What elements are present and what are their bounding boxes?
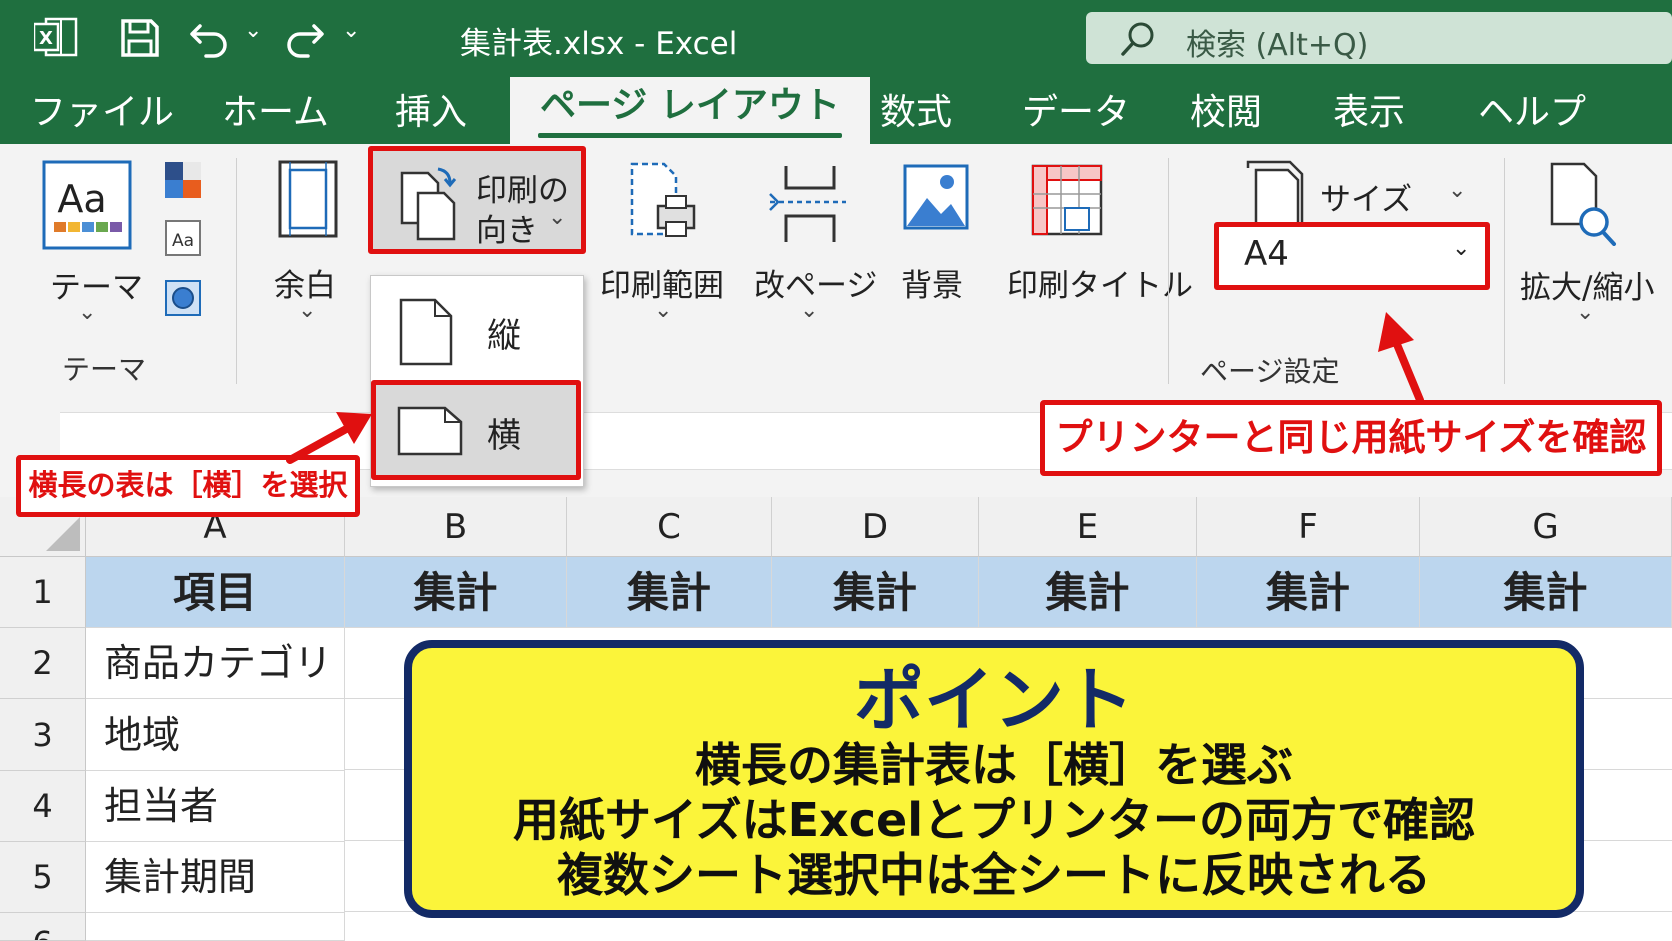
chevron-down-icon: ⌄ [800,298,819,323]
chevron-down-icon: ⌄ [298,298,317,323]
tab-view[interactable]: 表示 [1333,83,1405,135]
print-titles-label: 印刷タイトル [1007,268,1193,304]
themes-icon: Aa [42,160,132,250]
redo-icon[interactable] [282,16,326,60]
row-header-6[interactable]: 6 [0,913,86,941]
print-titles-icon [1031,164,1103,240]
tab-page-layout[interactable]: ページ レイアウト [510,77,870,144]
column-header-g[interactable]: G [1420,497,1672,557]
theme-effects-icon[interactable] [165,280,201,316]
portrait-label: 縦 [487,316,521,356]
breaks-button[interactable]: 改ページ ⌄ [750,160,877,323]
orientation-highlight [368,146,586,254]
paper-size-callout: プリンターと同じ用紙サイズを確認 [1040,400,1662,476]
excel-logo-icon: X [32,17,78,57]
tab-insert[interactable]: 挿入 [395,83,467,135]
ribbon-tabs: ファイル ホーム 挿入 ページ レイアウト 数式 データ 校閲 表示 ヘルプ [0,75,1672,144]
orientation-dropdown: 縦 横 [370,275,584,487]
window-title: 集計表.xlsx - Excel [460,26,738,62]
column-header-c[interactable]: C [567,497,772,557]
portrait-option[interactable]: 縦 [371,284,583,376]
background-label: 背景 [901,268,963,304]
page-setup-group-label: ページ設定 [1200,355,1340,388]
chevron-down-icon: ⌄ [654,298,673,323]
customize-icon[interactable]: ⌄ [342,18,360,43]
tab-review[interactable]: 校閲 [1190,83,1262,135]
tab-help[interactable]: ヘルプ [1478,83,1586,135]
background-image-icon [903,164,969,234]
landscape-highlight [371,380,581,480]
row-header-4[interactable]: 4 [0,771,86,842]
margins-icon [278,160,340,244]
search-icon [1118,20,1158,60]
column-header-e[interactable]: E [979,497,1197,557]
point-box: ポイント 横長の集計表は［横］を選ぶ 用紙サイズはExcelとプリンターの両方で… [404,640,1584,918]
margins-button[interactable]: 余白 ⌄ [270,160,350,323]
row-header-1[interactable]: 1 [0,557,86,628]
arrow-icon [286,408,376,468]
column-header-b[interactable]: B [345,497,567,557]
point-title: ポイント [854,659,1134,741]
cell-a3[interactable]: 地域 [86,699,345,771]
theme-colors-icon[interactable] [165,162,201,198]
cell-a1[interactable]: 項目 [86,557,345,628]
cell-b1[interactable]: 集計 [345,557,567,628]
group-separator [236,158,237,384]
chevron-down-icon: ⌄ [1576,300,1595,325]
cell-e1[interactable]: 集計 [979,557,1197,628]
print-area-icon [628,162,700,246]
tab-home[interactable]: ホーム [222,83,329,135]
point-line-1: 横長の集計表は［横］を選ぶ [695,738,1293,792]
column-header-d[interactable]: D [772,497,979,557]
arrow-icon [1370,312,1440,404]
cell-d1[interactable]: 集計 [772,557,979,628]
chevron-down-icon: ⌄ [78,300,97,325]
cell-a6[interactable] [86,913,345,941]
cell-a2[interactable]: 商品カテゴリ [86,628,345,699]
svg-text:Aa: Aa [57,177,106,221]
search-placeholder: 検索 (Alt+Q) [1186,28,1369,63]
svg-text:Aa: Aa [172,231,194,251]
themes-group-label: テーマ [62,353,147,386]
background-button[interactable]: 背景 [895,160,995,304]
zoom-page-icon [1548,162,1618,250]
cell-a5[interactable]: 集計期間 [86,842,345,913]
themes-button[interactable]: Aa テーマ ⌄ [38,160,143,340]
tab-page-layout-label: ページ レイアウト [540,85,840,126]
title-bar: X ⌄ ⌄ 集計表.xlsx - Excel 検索 (Alt+Q) [0,0,1672,75]
theme-fonts-icon[interactable]: Aa [165,220,201,256]
chevron-down-icon: ⌄ [1448,178,1467,203]
column-header-f[interactable]: F [1197,497,1420,557]
point-line-2: 用紙サイズはExcelとプリンターの両方で確認 [513,793,1475,847]
group-separator [1504,158,1505,384]
active-tab-underline [538,133,842,138]
portrait-page-icon [399,298,453,370]
tab-data[interactable]: データ [1022,83,1130,135]
save-icon[interactable] [118,16,162,60]
row-header-2[interactable]: 2 [0,628,86,699]
cell-f1[interactable]: 集計 [1197,557,1420,628]
undo-icon[interactable] [188,16,232,60]
size-label: サイズ [1320,182,1413,218]
cell-c1[interactable]: 集計 [567,557,772,628]
print-titles-button[interactable]: 印刷タイトル [1005,160,1193,304]
scale-button[interactable]: 拡大/縮小 ⌄ [1516,160,1656,325]
print-area-button[interactable]: 印刷範囲 ⌄ [598,160,728,323]
tab-formulas[interactable]: 数式 [880,83,952,135]
tab-file[interactable]: ファイル [30,83,174,135]
svg-text:X: X [39,28,53,49]
cell-a4[interactable]: 担当者 [86,771,345,842]
page-break-icon [768,166,848,246]
themes-label: テーマ [50,270,143,306]
group-separator [1168,158,1169,384]
row-header-5[interactable]: 5 [0,842,86,913]
point-line-3: 複数シート選択中は全シートに反映される [557,848,1431,902]
cell-g1[interactable]: 集計 [1420,557,1672,628]
search-box[interactable]: 検索 (Alt+Q) [1086,12,1672,64]
paper-size-highlight [1214,222,1490,290]
chevron-down-icon[interactable]: ⌄ [244,18,262,43]
row-header-3[interactable]: 3 [0,699,86,771]
